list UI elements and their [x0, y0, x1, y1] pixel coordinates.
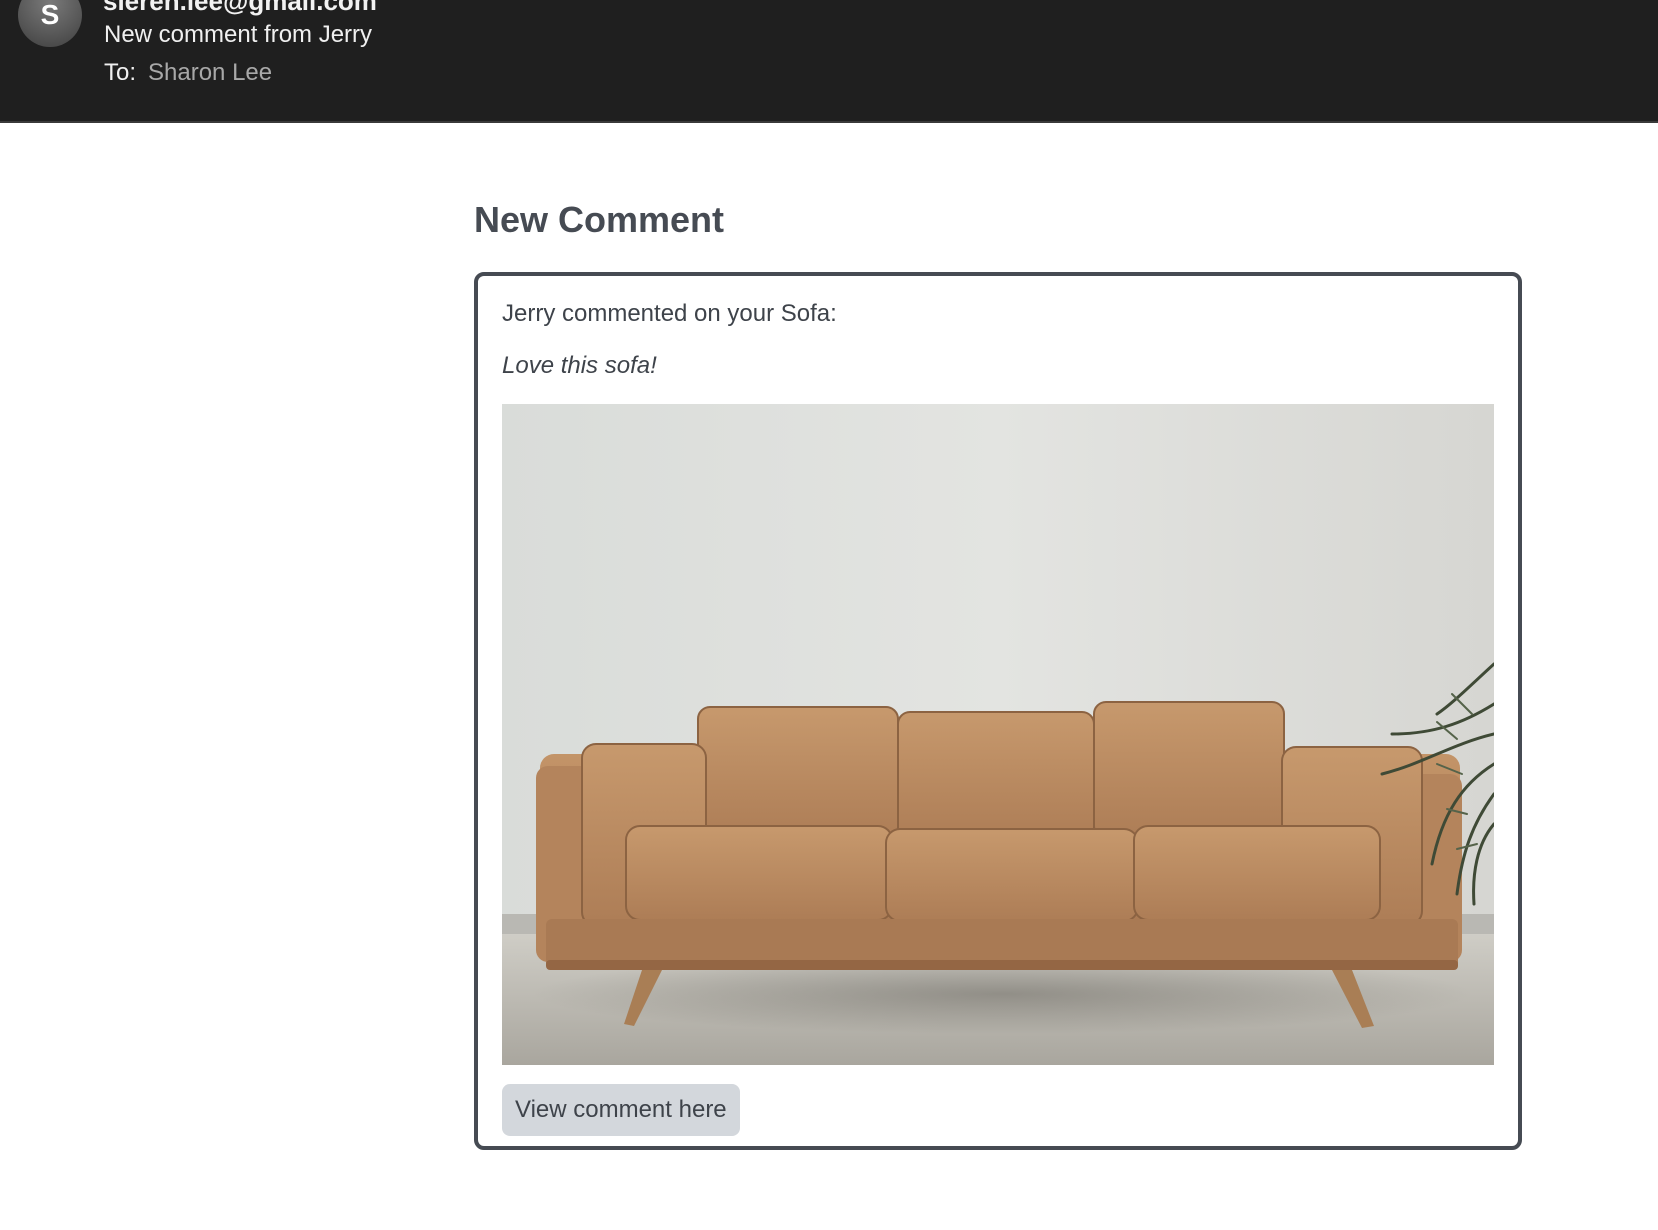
- avatar[interactable]: S: [18, 0, 82, 47]
- comment-text: Love this sofa!: [502, 352, 657, 379]
- avatar-letter: S: [40, 0, 60, 30]
- email-subject: New comment from Jerry: [104, 21, 373, 48]
- email-body: New Comment Jerry commented on your Sofa…: [474, 196, 1522, 1150]
- comment-card: Jerry commented on your Sofa: Love this …: [474, 272, 1522, 1150]
- to-label: To:: [104, 59, 137, 86]
- sofa-photo: [502, 404, 1494, 1065]
- view-comment-button[interactable]: View comment here: [502, 1084, 740, 1136]
- page-title: New Comment: [474, 199, 725, 240]
- recipient-name[interactable]: Sharon Lee: [148, 59, 272, 86]
- comment-intro: Jerry commented on your Sofa:: [502, 300, 837, 327]
- recipient-line: To: Sharon Lee: [104, 59, 272, 87]
- email-header: S sieren.lee@gmail.com New comment from …: [0, 0, 1658, 123]
- sender-address: sieren.lee@gmail.com: [103, 0, 377, 16]
